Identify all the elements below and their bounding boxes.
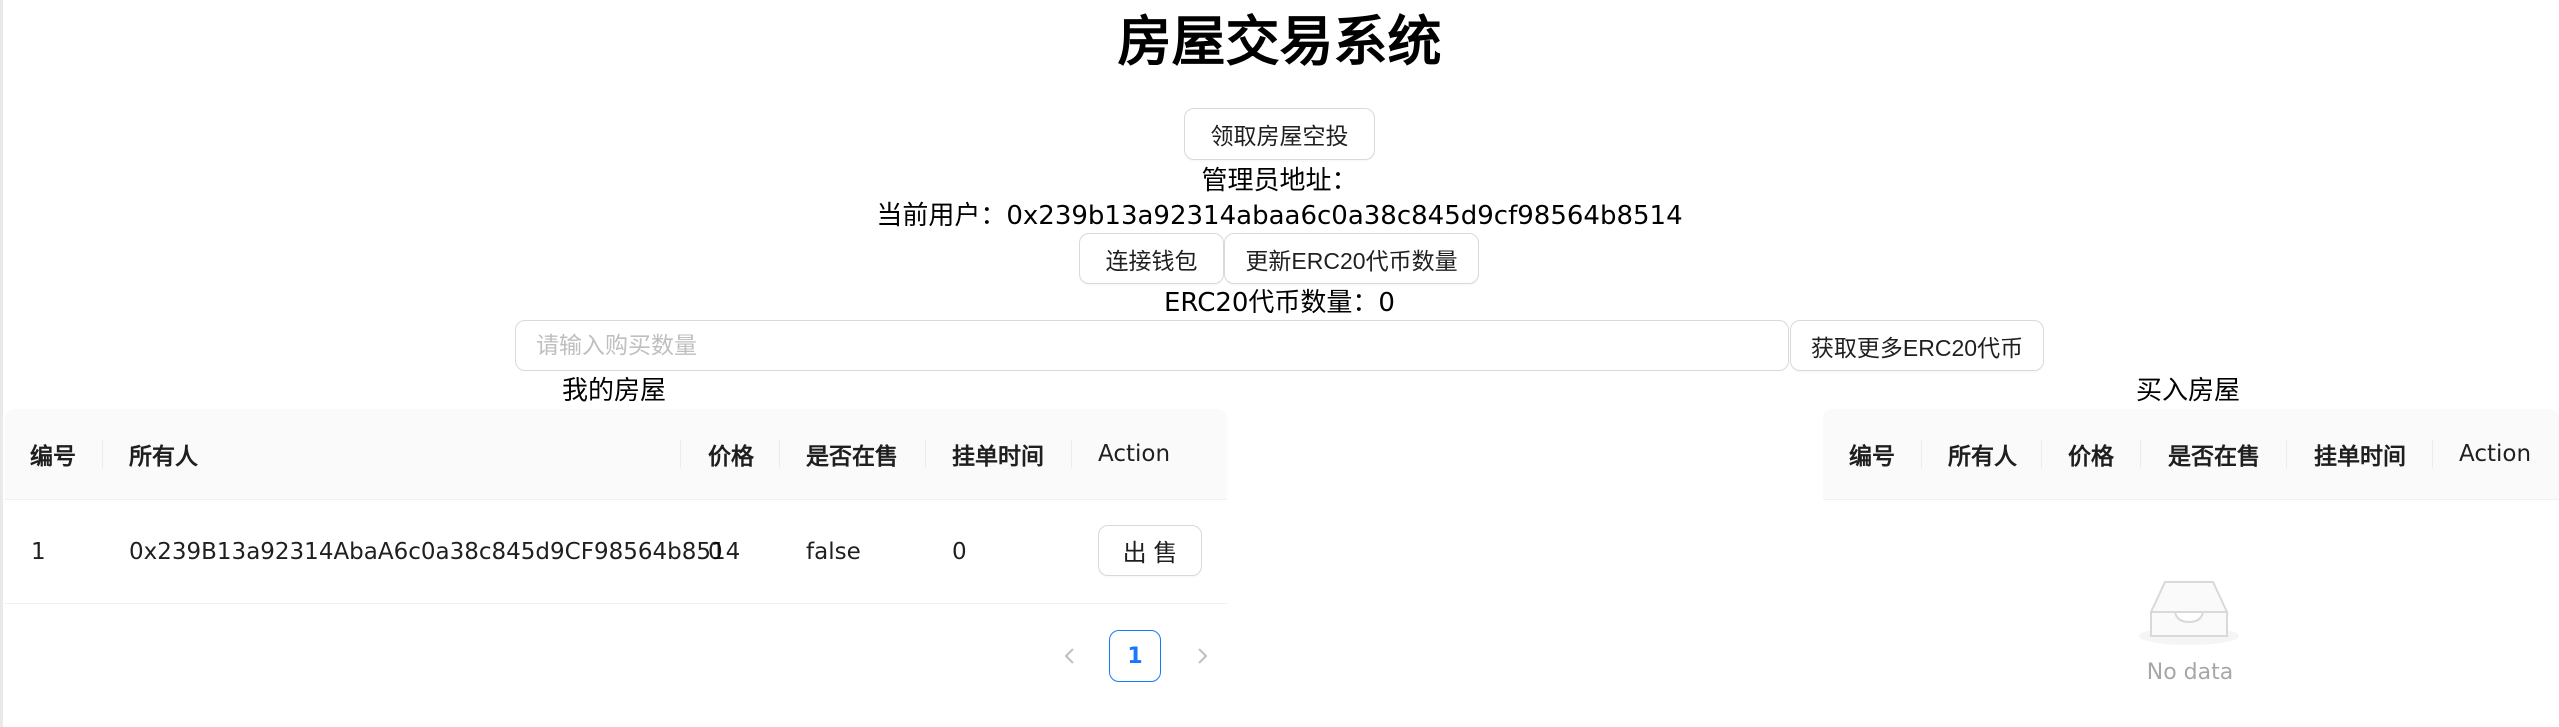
buy-houses-table-header: 编号 所有人 价格 是否在售 挂单时间 Action: [1823, 409, 2559, 500]
column-header-id: 编号: [30, 444, 76, 470]
claim-airdrop-button[interactable]: 领取房屋空投: [1184, 108, 1375, 160]
buy-houses-title: 买入房屋: [2136, 376, 2241, 406]
my-houses-title: 我的房屋: [562, 376, 667, 406]
cell-id: 1: [31, 538, 46, 565]
get-more-erc20-button[interactable]: 获取更多ERC20代币: [1790, 320, 2044, 371]
column-divider: [102, 440, 103, 468]
cell-on-sale: false: [806, 538, 861, 565]
column-header-owner: 所有人: [129, 444, 198, 470]
column-header-listed-time: 挂单时间: [952, 444, 1044, 470]
column-divider: [680, 440, 681, 468]
sell-button[interactable]: 出 售: [1098, 525, 1202, 576]
pagination-page-1[interactable]: 1: [1109, 630, 1161, 682]
column-header-on-sale: 是否在售: [2168, 444, 2260, 470]
page-title: 房屋交易系统: [1117, 10, 1442, 73]
purchase-amount-input[interactable]: [515, 320, 1789, 371]
table-row: 1 0x239B13a92314AbaA6c0a38c845d9CF98564b…: [5, 500, 1227, 604]
chevron-right-icon[interactable]: [1182, 636, 1222, 676]
column-divider: [1921, 440, 1922, 468]
my-houses-table-header: 编号 所有人 价格 是否在售 挂单时间 Action: [5, 409, 1227, 500]
erc20-balance-label: ERC20代币数量：0: [1164, 288, 1395, 318]
column-divider: [2140, 440, 2141, 468]
column-header-owner: 所有人: [1948, 444, 2017, 470]
column-divider: [2286, 440, 2287, 468]
column-header-price: 价格: [708, 444, 754, 470]
connect-wallet-button[interactable]: 连接钱包: [1079, 233, 1224, 284]
column-header-listed-time: 挂单时间: [2314, 444, 2406, 470]
column-divider: [925, 440, 926, 468]
column-header-action: Action: [2459, 441, 2532, 467]
column-header-on-sale: 是否在售: [806, 444, 898, 470]
chevron-left-icon[interactable]: [1050, 636, 1090, 676]
update-erc20-button[interactable]: 更新ERC20代币数量: [1224, 233, 1479, 284]
column-divider: [2041, 440, 2042, 468]
column-header-price: 价格: [2068, 444, 2114, 470]
empty-state-text: No data: [2146, 660, 2234, 685]
current-user-label: 当前用户：0x239b13a92314abaa6c0a38c845d9cf985…: [876, 201, 1683, 231]
cell-listed-time: 0: [952, 538, 967, 565]
column-header-id: 编号: [1849, 444, 1895, 470]
admin-address-label: 管理员地址：: [1201, 166, 1358, 196]
empty-inbox-icon: [2137, 572, 2241, 646]
window-left-edge: [0, 0, 3, 727]
column-divider: [1071, 440, 1072, 468]
cell-price: 0: [708, 538, 723, 565]
column-divider: [779, 440, 780, 468]
column-header-action: Action: [1098, 441, 1171, 467]
cell-owner: 0x239B13a92314AbaA6c0a38c845d9CF98564b85…: [129, 538, 741, 565]
column-divider: [2432, 440, 2433, 468]
